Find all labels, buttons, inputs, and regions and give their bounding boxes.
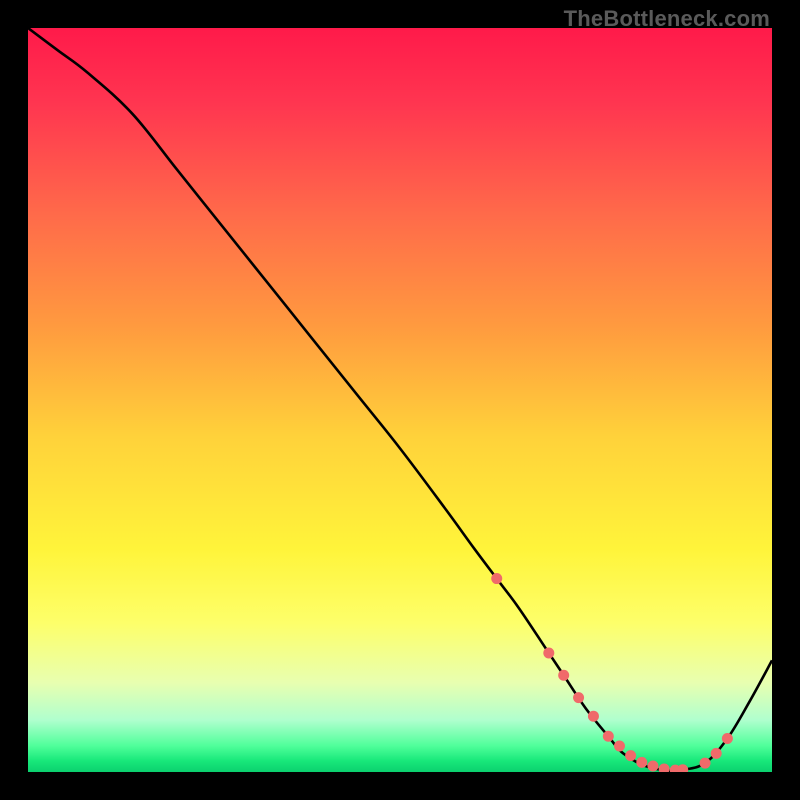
plot-area bbox=[28, 28, 772, 772]
highlight-point bbox=[677, 764, 688, 772]
highlight-point bbox=[700, 758, 711, 769]
highlight-point bbox=[573, 692, 584, 703]
highlight-point bbox=[614, 740, 625, 751]
highlight-point bbox=[603, 731, 614, 742]
bottleneck-curve bbox=[28, 28, 772, 771]
highlight-point bbox=[659, 764, 670, 772]
highlight-point bbox=[647, 761, 658, 772]
watermark-text: TheBottleneck.com bbox=[564, 6, 770, 32]
highlight-point bbox=[491, 573, 502, 584]
chart-container: TheBottleneck.com bbox=[0, 0, 800, 800]
highlight-point bbox=[588, 711, 599, 722]
highlight-point bbox=[625, 750, 636, 761]
highlight-point bbox=[636, 757, 647, 768]
highlight-point bbox=[558, 670, 569, 681]
highlight-point bbox=[543, 647, 554, 658]
highlight-point bbox=[722, 733, 733, 744]
curve-layer bbox=[28, 28, 772, 772]
highlight-point bbox=[711, 748, 722, 759]
